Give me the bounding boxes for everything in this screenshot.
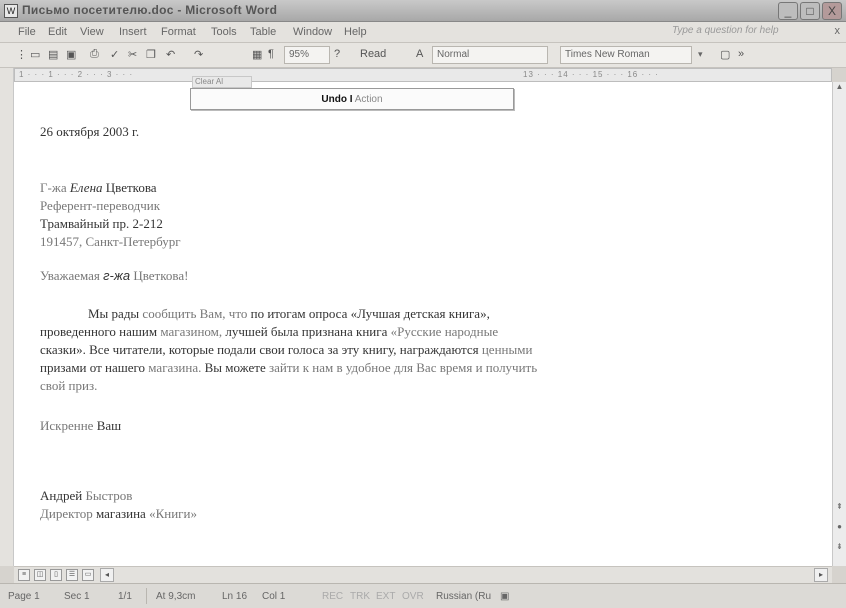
scroll-up-icon[interactable]: ▲ (833, 82, 846, 96)
menu-edit[interactable]: Edit (48, 26, 67, 38)
undo-dropdown[interactable]: Undo I Action (190, 88, 514, 110)
menu-format[interactable]: Format (161, 26, 196, 38)
recipient-name: Г-жа Елена Цветкова (40, 180, 157, 195)
status-ovr[interactable]: OVR (402, 591, 424, 602)
menu-help[interactable]: Help (344, 26, 367, 38)
styles-pane-icon[interactable]: A (416, 48, 423, 60)
next-page-icon[interactable]: ⇟ (833, 542, 846, 556)
menu-table[interactable]: Table (250, 26, 276, 38)
maximize-button[interactable]: □ (800, 2, 820, 20)
status-ext[interactable]: EXT (376, 591, 395, 602)
ruler-right-ticks: 13 · · · 14 · · · 15 · · · 16 · · · (523, 70, 659, 79)
open-icon[interactable]: ▤ (48, 48, 58, 61)
font-dropdown-arrow-icon[interactable]: ▾ (698, 49, 703, 60)
zoom-select[interactable]: 95% (284, 46, 330, 64)
cut-icon[interactable]: ✂ (128, 48, 137, 61)
help-icon[interactable]: ? (334, 48, 340, 60)
spelling-icon[interactable]: ✓ (110, 48, 119, 61)
undo-icon[interactable]: ↶ (166, 48, 175, 61)
toolbar-grip-icon: ⋮ (16, 49, 27, 61)
paragraph-line-5: свой приз. (40, 378, 98, 393)
menu-tools[interactable]: Tools (211, 26, 237, 38)
outline-view-icon[interactable]: ☰ (66, 569, 78, 581)
status-pages: 1/1 (118, 591, 132, 602)
signature-title: Директор магазина «Книги» (40, 506, 197, 521)
minimize-button[interactable]: _ (778, 2, 798, 20)
paragraph-line-1: Мы рады сообщить Вам, что по итогам опро… (88, 306, 490, 321)
status-section: Sec 1 (64, 591, 90, 602)
status-language: Russian (Ru (436, 591, 492, 602)
menu-insert[interactable]: Insert (119, 26, 147, 38)
status-bar: Page 1 Sec 1 1/1 At 9,3cm Ln 16 Col 1 RE… (0, 583, 846, 608)
scroll-left-icon[interactable]: ◂ (100, 568, 114, 582)
formatting-toolbar: ⋮ ▭ ▤ ▣ ⎙ ✓ ✂ ❐ ↶ ↷ ▦ ¶ 95% ? Read A Nor… (0, 43, 846, 68)
status-trk[interactable]: TRK (350, 591, 370, 602)
closing: Искренне Ваш (40, 418, 122, 433)
table-icon[interactable]: ▦ (252, 48, 262, 61)
normal-view-icon[interactable]: ≡ (18, 569, 30, 581)
style-select[interactable]: Normal (432, 46, 548, 64)
ruler-left-ticks: 1 · · · 1 · · · 2 · · · 3 · · · (19, 70, 134, 79)
window-title: Письмо посетителю.doc - Microsoft Word (22, 3, 278, 17)
horizontal-ruler[interactable]: 1 · · · 1 · · · 2 · · · 3 · · · 13 · · ·… (14, 68, 832, 82)
save-icon[interactable]: ▣ (66, 48, 76, 61)
reading-view-icon[interactable]: ▭ (82, 569, 94, 581)
new-document-icon[interactable]: ▭ (30, 48, 40, 61)
scroll-right-icon[interactable]: ▸ (814, 568, 828, 582)
word-app-icon[interactable]: W (4, 4, 18, 18)
status-col: Col 1 (262, 591, 286, 602)
status-at: At 9,3cm (156, 591, 196, 602)
left-gutter (0, 68, 14, 566)
paragraph-line-4: призами от нашего магазина. Вы можете за… (40, 360, 538, 375)
prev-page-icon[interactable]: ⇞ (833, 502, 846, 516)
menu-window[interactable]: Window (293, 26, 332, 38)
spelling-status-icon[interactable]: ▣ (500, 591, 509, 602)
close-button[interactable]: X (822, 2, 842, 20)
title-bar: W Письмо посетителю.doc - Microsoft Word… (0, 0, 846, 22)
browse-object-icon[interactable]: ● (833, 522, 846, 536)
status-rec[interactable]: REC (322, 591, 343, 602)
undo-dropdown-caption: Clear Al (192, 76, 252, 88)
paragraph-line-3: сказки». Все читатели, которые подали св… (40, 342, 533, 357)
status-page: Page 1 (8, 591, 40, 602)
print-icon[interactable]: ⎙ (90, 48, 99, 61)
border-icon[interactable]: ▢ (720, 48, 730, 61)
undo-action-suffix: Action (354, 94, 383, 105)
paragraph-mark-icon[interactable]: ¶ (268, 48, 274, 60)
help-search-input[interactable]: Type a question for help (672, 25, 779, 36)
letter-date: 26 октября 2003 г. (40, 124, 140, 139)
font-select[interactable]: Times New Roman (560, 46, 692, 64)
menu-bar: File Edit View Insert Format Tools Table… (0, 22, 846, 43)
read-button[interactable]: Read (360, 48, 386, 60)
copy-icon[interactable]: ❐ (146, 48, 156, 61)
status-divider (146, 588, 147, 604)
status-line: Ln 16 (222, 591, 248, 602)
signature-name: Андрей Быстров (40, 488, 133, 503)
undo-action-label[interactable]: Undo I (321, 94, 352, 105)
recipient-city: 191457, Санкт-Петербург (40, 234, 181, 249)
menu-view[interactable]: View (80, 26, 104, 38)
recipient-street: Трамвайный пр. 2-212 (40, 216, 163, 231)
salutation: Уважаемая г-жа Цветкова! (40, 268, 189, 283)
doc-close-icon[interactable]: x (835, 25, 841, 37)
web-view-icon[interactable]: ◫ (34, 569, 46, 581)
print-view-icon[interactable]: ▯ (50, 569, 62, 581)
menu-file[interactable]: File (18, 26, 36, 38)
vertical-scrollbar[interactable]: ▲ ⇞ ● ⇟ (832, 82, 846, 566)
horizontal-scrollbar[interactable]: ≡ ◫ ▯ ☰ ▭ ◂ ▸ (14, 566, 832, 583)
recipient-position: Референт-переводчик (40, 198, 161, 213)
paragraph-line-2: проведенного нашим магазином, лучшей был… (40, 324, 499, 339)
options-icon[interactable]: » (738, 48, 744, 60)
redo-icon[interactable]: ↷ (194, 48, 203, 61)
